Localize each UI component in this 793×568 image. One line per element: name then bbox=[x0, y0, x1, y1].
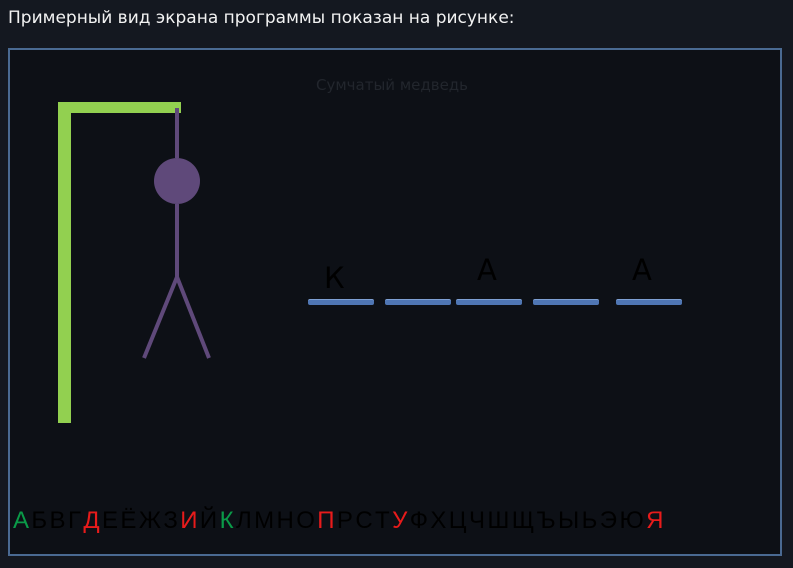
letter-button[interactable]: С bbox=[355, 507, 372, 534]
slot-1 bbox=[308, 299, 374, 305]
letter-button[interactable]: Х bbox=[430, 507, 446, 534]
letter-button[interactable]: М bbox=[254, 507, 274, 534]
letter-button[interactable]: Б bbox=[31, 507, 47, 534]
slot-5 bbox=[616, 299, 682, 305]
letter-button[interactable]: З bbox=[163, 507, 178, 534]
gallows-post bbox=[58, 102, 71, 423]
slot-4 bbox=[533, 299, 599, 305]
letter-button[interactable]: Ё bbox=[120, 507, 136, 534]
letter-button[interactable]: В bbox=[50, 507, 66, 534]
head bbox=[154, 158, 200, 204]
left-leg bbox=[142, 276, 179, 359]
letter-button[interactable]: Ы bbox=[558, 507, 579, 534]
letter-button[interactable]: Ш bbox=[487, 507, 509, 534]
letter-button[interactable]: Р bbox=[337, 507, 353, 534]
letter-button[interactable]: Э bbox=[600, 507, 617, 534]
letter-button[interactable]: Ч bbox=[469, 507, 485, 534]
letter-button[interactable]: Ц bbox=[449, 507, 467, 534]
letter-button[interactable]: Ф bbox=[410, 507, 428, 534]
letter-button[interactable]: Ъ bbox=[537, 507, 556, 534]
letter-button[interactable]: Н bbox=[276, 507, 293, 534]
letter-button[interactable]: Е bbox=[102, 507, 118, 534]
slot-letter-3: А bbox=[477, 253, 497, 287]
letter-button[interactable]: Л bbox=[236, 507, 252, 534]
hangman-drawing bbox=[58, 102, 211, 423]
alphabet-keyboard: АБВГДЕЁЖЗИЙКЛМНОПРСТУФХЦЧШЩЪЫЬЭЮЯ bbox=[13, 506, 666, 536]
letter-button[interactable]: Ь bbox=[582, 507, 598, 534]
right-leg bbox=[175, 276, 211, 359]
letter-button[interactable]: Г bbox=[68, 507, 81, 534]
letter-button[interactable]: П bbox=[317, 507, 334, 534]
letter-button[interactable]: К bbox=[220, 507, 234, 534]
letter-button[interactable]: Я bbox=[646, 507, 663, 534]
letter-button[interactable]: А bbox=[13, 507, 29, 534]
letter-button[interactable]: Ж bbox=[139, 507, 161, 534]
slot-3 bbox=[456, 299, 522, 305]
slot-2 bbox=[385, 299, 451, 305]
hanged-figure bbox=[142, 108, 211, 359]
letter-button[interactable]: Д bbox=[83, 507, 99, 534]
slot-letter-5: А bbox=[632, 253, 652, 287]
gallows bbox=[58, 102, 181, 423]
gallows-beam bbox=[58, 102, 181, 113]
letter-button[interactable]: У bbox=[392, 507, 407, 534]
letter-button[interactable]: Й bbox=[200, 507, 217, 534]
letter-button[interactable]: Т bbox=[375, 507, 390, 534]
letter-button[interactable]: Щ bbox=[512, 507, 535, 534]
letter-button[interactable]: Ю bbox=[619, 507, 643, 534]
slot-letter-1: К bbox=[324, 261, 345, 295]
letter-button[interactable]: И bbox=[180, 507, 197, 534]
letter-button[interactable]: О bbox=[296, 507, 315, 534]
